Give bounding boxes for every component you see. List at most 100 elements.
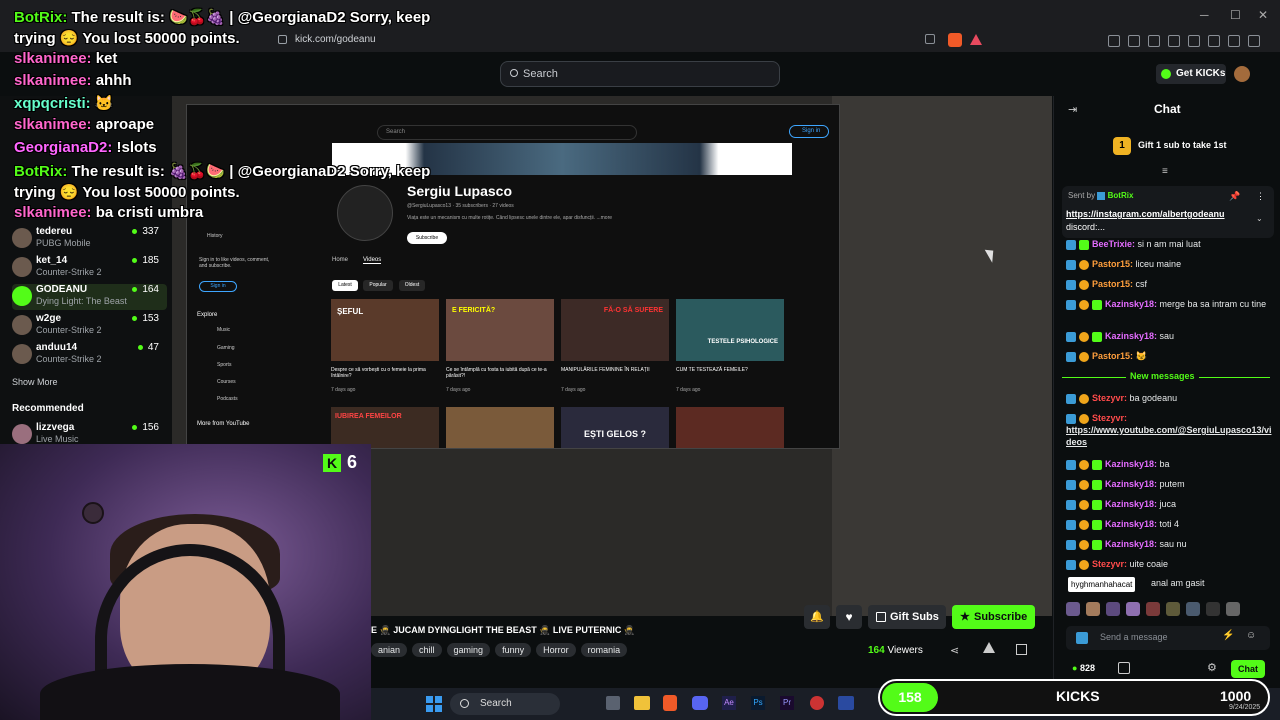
share-button[interactable]: ⋖ — [950, 644, 959, 657]
command-icon[interactable]: ⚡ — [1222, 630, 1234, 641]
mail-icon[interactable] — [838, 696, 854, 710]
brave-browser-icon[interactable] — [663, 695, 677, 711]
gift-subs-button[interactable]: Gift Subs — [868, 605, 946, 629]
emote-bar[interactable] — [1066, 602, 1266, 618]
extension-icon[interactable] — [1128, 35, 1140, 47]
show-more-link[interactable]: Show More — [12, 377, 58, 387]
kicks-label: KICKS — [1056, 688, 1100, 704]
vpn-icon[interactable] — [1228, 35, 1240, 47]
yt-video-title: MANIPULĂRILE FEMININE ÎN RELAȚII — [561, 367, 650, 373]
extension-icons[interactable] — [1100, 34, 1260, 52]
tag[interactable]: gaming — [446, 643, 491, 657]
search-placeholder: Search — [523, 68, 558, 80]
wallet-icon[interactable] — [1188, 35, 1200, 47]
sidebar-channel-tedereu[interactable]: tedereu PUBG Mobile 337 — [12, 226, 167, 252]
channel-name: w2ge — [36, 313, 62, 324]
gift-banner-text[interactable]: Gift 1 sub to take 1st — [1138, 140, 1227, 150]
chat-panel — [1053, 96, 1280, 686]
viewer-count: 153 — [132, 313, 159, 324]
leaderboard-toggle-icon[interactable]: ≡ — [1162, 166, 1168, 177]
yt-filter-oldest: Oldest — [399, 280, 425, 291]
sidebar-icon[interactable] — [1168, 35, 1180, 47]
more-options-icon[interactable]: ⋮ — [1256, 191, 1265, 202]
taskbar-search[interactable]: Search — [450, 693, 560, 715]
yt-video-meta: 7 days ago — [561, 387, 586, 393]
brave-rewards-icon[interactable] — [970, 34, 982, 45]
chat-message: Stezyvr: uite coaie — [1066, 558, 1274, 570]
task-view-icon[interactable] — [606, 696, 620, 710]
tag[interactable]: romania — [580, 643, 628, 657]
emoji-icon[interactable]: ☺ — [1246, 630, 1256, 641]
chevron-down-icon[interactable]: ⌄ — [1256, 214, 1263, 223]
channel-game: Counter-Strike 2 — [36, 325, 102, 335]
pin-icon[interactable]: 📌 — [1229, 191, 1240, 202]
subscribe-button[interactable]: ★ Subscribe — [952, 605, 1035, 629]
clip-icon[interactable] — [1016, 644, 1027, 655]
follow-button[interactable]: ♥ — [836, 605, 862, 629]
emote-icon[interactable] — [1186, 602, 1200, 616]
viewer-count: 164 — [132, 284, 159, 295]
emote-icon[interactable] — [1146, 602, 1160, 616]
tag[interactable]: anian — [371, 643, 408, 657]
notification-bell-button[interactable]: 🔔 — [804, 605, 830, 629]
emote-icon[interactable] — [1166, 602, 1180, 616]
overlay-chat-line: slkanimee: ba cristi umbra — [14, 204, 204, 221]
chat-settings-icon[interactable]: ⚙ — [1207, 661, 1217, 674]
gift-shop-icon[interactable] — [1118, 662, 1130, 674]
tag[interactable]: Horror — [536, 643, 576, 657]
emote-icon[interactable] — [1086, 602, 1100, 616]
maximize-icon[interactable]: ☐ — [1230, 8, 1241, 22]
emote-icon[interactable] — [1226, 602, 1240, 616]
user-avatar[interactable] — [1234, 66, 1250, 82]
channel-points[interactable]: ● 828 — [1072, 663, 1095, 673]
avatar — [12, 424, 32, 444]
after-effects-icon[interactable]: Ae — [722, 696, 736, 710]
address-bar[interactable]: kick.com/godeanu — [270, 30, 990, 50]
obs-icon[interactable] — [810, 696, 824, 710]
site-info-icon[interactable] — [278, 35, 287, 44]
yt-video-meta: 7 days ago — [331, 387, 356, 393]
discord-icon[interactable] — [692, 696, 708, 710]
bookmark-icon[interactable] — [1208, 35, 1220, 47]
viewer-label: Viewers — [887, 645, 923, 656]
yt-filter-latest: Latest — [332, 280, 358, 291]
tag[interactable]: chill — [412, 643, 442, 657]
emote-icon[interactable] — [1126, 602, 1140, 616]
extension-icon[interactable] — [1108, 35, 1120, 47]
chat-send-button[interactable]: Chat — [1231, 660, 1265, 678]
search-input[interactable]: Search — [500, 61, 780, 87]
emote-icon[interactable] — [1206, 602, 1220, 616]
close-icon[interactable]: ✕ — [1258, 8, 1268, 22]
brave-shield-icon[interactable] — [948, 33, 962, 47]
pinned-sent-by: Sent by BotRix — [1068, 191, 1134, 200]
yt-video-thumb: ȘEFUL — [331, 299, 439, 361]
avatar — [12, 257, 32, 277]
channel-game: Counter-Strike 2 — [36, 267, 102, 277]
sidebar-channel-w2ge[interactable]: w2ge Counter-Strike 2 153 — [12, 313, 167, 339]
file-explorer-icon[interactable] — [634, 696, 650, 710]
chat-link[interactable]: https://www.youtube.com/@SergiuLupasco13… — [1066, 425, 1271, 447]
menu-icon[interactable] — [1248, 35, 1260, 47]
sidebar-channel-godeanu[interactable]: GODEANU Dying Light: The Beast 164 — [12, 284, 167, 310]
share-icon[interactable] — [925, 34, 935, 44]
yt-nav-sports: Sports — [217, 362, 232, 368]
pinned-link[interactable]: https://instagram.com/albertgodeanu — [1066, 209, 1225, 219]
yt-video-thumb: FĂ-O SĂ SUFERE — [561, 299, 669, 361]
media-icon[interactable] — [1148, 35, 1160, 47]
sidebar-channel-ket[interactable]: ket_14 Counter-Strike 2 185 — [12, 255, 167, 281]
emote-icon[interactable] — [1106, 602, 1120, 616]
tag[interactable]: funny — [495, 643, 532, 657]
collapse-chat-icon[interactable]: ⇥ — [1068, 103, 1077, 116]
report-icon[interactable] — [983, 642, 995, 653]
get-kicks-button[interactable]: Get KICKs — [1156, 64, 1226, 84]
emote-icon[interactable] — [1066, 602, 1080, 616]
photoshop-icon[interactable]: Ps — [751, 696, 765, 710]
stream-tags: anian chill gaming funny Horror romania — [371, 640, 632, 658]
sidebar-channel-anduu14[interactable]: anduu14 Counter-Strike 2 47 — [12, 342, 167, 368]
new-messages-label: New messages — [1126, 371, 1199, 381]
minimize-icon[interactable]: ─ — [1200, 8, 1209, 22]
premiere-icon[interactable]: Pr — [780, 696, 794, 710]
yt-tab-videos: Videos — [363, 257, 382, 264]
chat-message-input[interactable]: Send a message ⚡ ☺ — [1066, 626, 1270, 650]
windows-start-icon[interactable] — [426, 696, 442, 712]
